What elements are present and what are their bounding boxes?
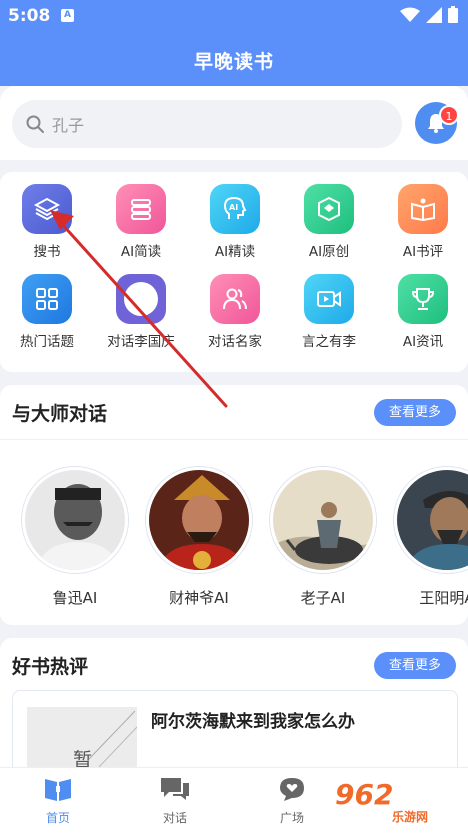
people-icon: [210, 274, 260, 324]
search-icon: [26, 115, 44, 133]
tab-label: 首页: [45, 811, 70, 825]
tab-dialog[interactable]: 对话: [135, 776, 215, 826]
grid-item-label: AI资讯: [402, 334, 444, 350]
master-avatar: [146, 467, 252, 573]
master-item[interactable]: 老子AI: [268, 467, 378, 608]
svg-text:AI: AI: [229, 203, 238, 212]
chat-icon: [161, 778, 189, 800]
grid-icon: [22, 274, 72, 324]
reviews-title: 好书热评: [12, 656, 89, 678]
watermark-logo: 962: [335, 778, 394, 811]
grid-item-ai-review[interactable]: AI书评: [376, 184, 468, 260]
master-avatar: [394, 467, 468, 573]
grid-item-ai-news[interactable]: AI资讯: [376, 274, 468, 350]
status-icons: [400, 6, 458, 23]
reviews-more-button[interactable]: 查看更多: [374, 652, 456, 679]
tab-home[interactable]: 首页: [18, 776, 98, 826]
reviews-section: 好书热评 查看更多 暂 阿尔茨海默来到我家怎么办: [0, 638, 468, 778]
ai-head-icon: AI: [210, 184, 260, 234]
grid-item-search-book[interactable]: 搜书: [0, 184, 94, 260]
masters-more-button[interactable]: 查看更多: [374, 399, 456, 426]
grid-item-ai-original[interactable]: AI原创: [282, 184, 376, 260]
masters-section: 与大师对话 查看更多 鲁迅AI 财神爷AI 老子AI 王阳明A: [0, 385, 468, 625]
grid-item-label: 搜书: [33, 244, 61, 260]
trophy-icon: [398, 274, 448, 324]
master-item[interactable]: 财神爷AI: [144, 467, 254, 608]
grid-item-ai-deep-read[interactable]: AI AI精读: [188, 184, 282, 260]
grid-item-label: 对话名家: [208, 334, 262, 350]
app-header: 5:08 A 早晚读书: [0, 0, 468, 86]
master-avatar: [270, 467, 376, 573]
grid-item-dialog-masters[interactable]: 对话名家: [188, 274, 282, 350]
grid-item-label: 对话李国庆: [107, 334, 175, 350]
grid-item-label: AI精读: [214, 244, 256, 260]
cube-icon: [304, 184, 354, 234]
app-title: 早晚读书: [193, 51, 274, 73]
grid-item-label: AI简读: [120, 244, 162, 260]
grid-item-ai-brief[interactable]: AI简读: [94, 184, 188, 260]
master-name: 鲁迅AI: [52, 589, 98, 607]
status-indicator-icon: A: [61, 9, 74, 22]
divider: [0, 439, 468, 440]
video-icon: [304, 274, 354, 324]
avatar-icon: [116, 274, 166, 324]
layers-icon: [22, 184, 72, 234]
watermark-text: 乐游网: [392, 810, 429, 824]
heart-chat-icon: [280, 778, 304, 801]
masters-title: 与大师对话: [12, 403, 108, 425]
tab-label: 广场: [279, 811, 304, 825]
grid-item-yanzhi-youli[interactable]: 言之有李: [282, 274, 376, 350]
grid-item-hot-topics[interactable]: 热门话题: [0, 274, 94, 350]
signal-icon: [426, 6, 442, 23]
master-avatar: [22, 467, 128, 573]
master-item[interactable]: 鲁迅AI: [20, 467, 130, 608]
review-item[interactable]: 暂 阿尔茨海默来到我家怎么办: [12, 690, 458, 778]
search-area: 孔子: [0, 86, 468, 160]
master-name: 王阳明A: [419, 589, 468, 607]
grid-item-label: AI书评: [402, 244, 444, 260]
tab-square[interactable]: 广场: [252, 776, 332, 826]
open-book-icon: [398, 184, 448, 234]
master-name: 财神爷AI: [169, 589, 229, 607]
feature-grid: 搜书 AI简读 AI AI精读 AI原创 AI书评 热门话题 对话李国庆 对话名…: [0, 172, 468, 372]
grid-item-label: AI原创: [308, 244, 350, 260]
status-time: 5:08: [8, 6, 51, 26]
search-placeholder: 孔子: [52, 116, 85, 135]
tab-label: 对话: [162, 811, 187, 825]
master-item[interactable]: 王阳明A: [392, 467, 468, 608]
grid-item-dialog-li[interactable]: 对话李国庆: [94, 274, 188, 350]
stack-icon: [116, 184, 166, 234]
search-input[interactable]: 孔子: [12, 100, 402, 148]
wifi-icon: [400, 7, 420, 22]
battery-icon: [448, 6, 458, 23]
review-title: 阿尔茨海默来到我家怎么办: [151, 712, 355, 732]
notification-badge: 1: [439, 105, 459, 125]
grid-item-label: 热门话题: [20, 334, 74, 350]
book-icon: [45, 779, 71, 801]
master-name: 老子AI: [300, 589, 346, 607]
grid-item-label: 言之有李: [302, 334, 356, 350]
